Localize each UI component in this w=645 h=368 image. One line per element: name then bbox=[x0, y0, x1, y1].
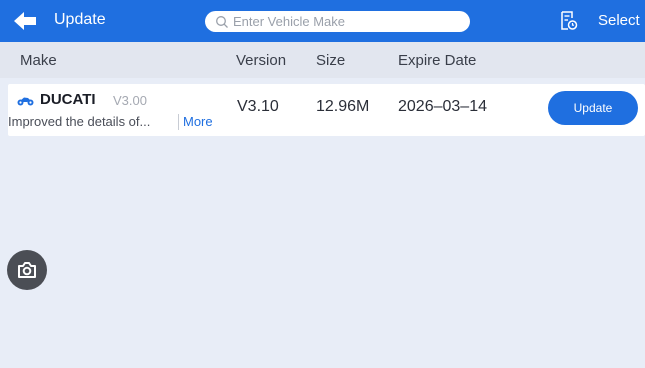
column-header-row: Make Version Size Expire Date bbox=[0, 42, 645, 78]
search-bar[interactable] bbox=[205, 11, 470, 32]
description-divider bbox=[178, 114, 179, 130]
current-version: V3.00 bbox=[113, 93, 147, 108]
vehicle-make: DUCATI bbox=[40, 91, 96, 108]
page-title: Update bbox=[54, 11, 106, 28]
table-row[interactable]: DUCATI V3.00 Improved the details of... … bbox=[8, 84, 645, 136]
more-link[interactable]: More bbox=[183, 114, 213, 129]
update-description: Improved the details of... bbox=[8, 114, 151, 129]
column-header-expire-date: Expire Date bbox=[398, 52, 477, 69]
back-arrow-icon[interactable] bbox=[12, 9, 38, 33]
column-header-version: Version bbox=[236, 52, 287, 69]
camera-button[interactable] bbox=[7, 250, 47, 290]
select-document-icon[interactable] bbox=[560, 11, 578, 31]
size-cell: 12.96M bbox=[316, 98, 370, 115]
update-button[interactable]: Update bbox=[548, 91, 638, 125]
camera-icon bbox=[18, 262, 36, 278]
search-icon bbox=[216, 15, 228, 28]
version-cell: V3.10 bbox=[237, 98, 279, 115]
search-input[interactable] bbox=[233, 14, 463, 29]
select-button[interactable]: Select bbox=[598, 12, 640, 29]
expire-date-cell: 2026–03–14 bbox=[398, 98, 487, 115]
top-bar: Update Select bbox=[0, 0, 645, 42]
motorcycle-icon bbox=[17, 97, 34, 106]
column-header-size: Size bbox=[316, 52, 346, 69]
column-header-make: Make bbox=[20, 52, 57, 69]
